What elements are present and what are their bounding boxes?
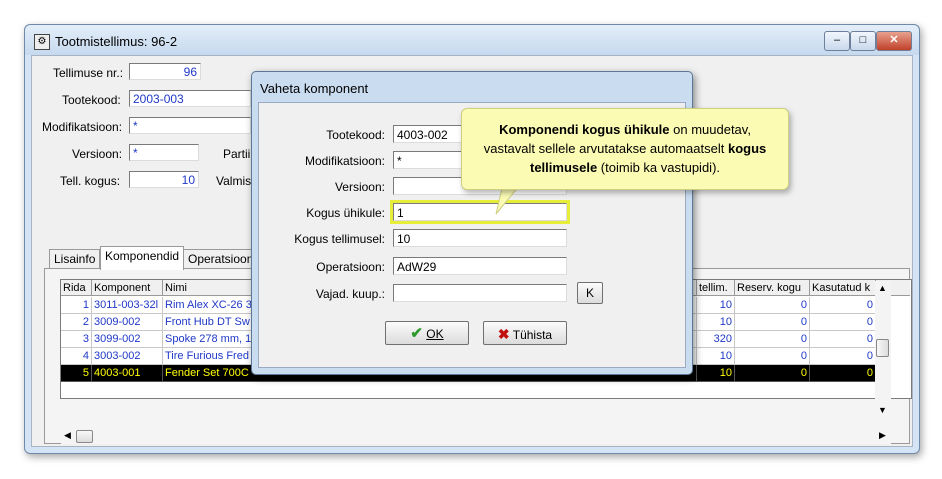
scroll-right-icon[interactable]: ▶ bbox=[879, 430, 886, 441]
cell-tellim: 10 bbox=[697, 365, 735, 382]
vertical-scroll-thumb[interactable] bbox=[876, 339, 889, 357]
title-bar[interactable]: ⚙ Tootmistellimus: 96-2 – □ ✕ bbox=[25, 25, 919, 55]
callout-bold-1: Komponendi kogus ühikule bbox=[499, 122, 670, 137]
help-callout: Komponendi kogus ühikule on muudetav, va… bbox=[461, 108, 789, 190]
cell-komponent: 4003-001 bbox=[92, 365, 163, 382]
checkmark-icon: ✔ bbox=[410, 325, 423, 342]
dlg-operation-label: Operatsioon: bbox=[316, 260, 385, 274]
dlg-required-date-label: Vajad. kuup.: bbox=[315, 287, 385, 301]
col-header-kasutatud[interactable]: Kasutatud k bbox=[810, 280, 876, 296]
dlg-qty-per-unit-label: Kogus ühikule: bbox=[306, 206, 385, 220]
cell-reserv: 0 bbox=[735, 314, 810, 331]
batch-label: Partii bbox=[223, 147, 251, 161]
cell-kasutatud: 0 bbox=[810, 297, 876, 314]
cell-tellim: 10 bbox=[697, 348, 735, 365]
cell-komponent: 3003-002 bbox=[92, 348, 163, 365]
cell-komponent: 3099-002 bbox=[92, 331, 163, 348]
cell-reserv: 0 bbox=[735, 365, 810, 382]
tab-komponendid[interactable]: Komponendid bbox=[100, 246, 185, 270]
cell-rida: 2 bbox=[61, 314, 92, 331]
scroll-left-icon[interactable]: ◀ bbox=[64, 430, 71, 441]
product-code-field[interactable]: 2003-003 bbox=[129, 90, 251, 107]
cell-tellim: 320 bbox=[697, 331, 735, 348]
col-header-rida[interactable]: Rida bbox=[61, 280, 92, 296]
tab-lisainfo[interactable]: Lisainfo bbox=[49, 249, 101, 269]
dlg-qty-order-label: Kogus tellimusel: bbox=[294, 232, 385, 246]
window-title: Tootmistellimus: 96-2 bbox=[55, 34, 178, 49]
cell-rida: 3 bbox=[61, 331, 92, 348]
horizontal-scrollbar[interactable]: ◀ ▶ bbox=[61, 430, 891, 444]
version-label: Versioon: bbox=[72, 147, 123, 161]
order-qty-label: Tell. kogus: bbox=[60, 174, 121, 188]
vertical-scrollbar[interactable]: ▲ ▼ bbox=[875, 281, 891, 417]
dlg-qty-order-field[interactable]: 10 bbox=[393, 229, 567, 247]
cell-rida: 4 bbox=[61, 348, 92, 365]
modification-field[interactable]: * bbox=[129, 117, 251, 134]
cell-kasutatud: 0 bbox=[810, 348, 876, 365]
modification-label: Modifikatsioon: bbox=[42, 120, 123, 134]
dialog-title: Vaheta komponent bbox=[260, 81, 369, 96]
cell-tellim: 10 bbox=[697, 314, 735, 331]
cell-kasutatud: 0 bbox=[810, 314, 876, 331]
cell-kasutatud: 0 bbox=[810, 331, 876, 348]
cell-reserv: 0 bbox=[735, 348, 810, 365]
tab-operatsioon[interactable]: Operatsioon bbox=[183, 249, 259, 269]
cell-reserv: 0 bbox=[735, 331, 810, 348]
version-field[interactable]: * bbox=[129, 144, 199, 161]
cancel-button-label: Tühista bbox=[512, 328, 553, 342]
cell-kasutatud: 0 bbox=[810, 365, 876, 382]
dlg-operation-field[interactable]: AdW29 bbox=[393, 257, 567, 275]
order-no-field[interactable]: 96 bbox=[129, 63, 201, 80]
cell-rida: 1 bbox=[61, 297, 92, 314]
app-icon: ⚙ bbox=[34, 34, 50, 50]
ok-button-label: OK bbox=[426, 327, 444, 341]
dlg-modification-label: Modifikatsioon: bbox=[304, 154, 385, 168]
col-header-tellim[interactable]: tellim. bbox=[697, 280, 735, 296]
col-header-komponent[interactable]: Komponent bbox=[92, 280, 163, 296]
calendar-k-button[interactable]: K bbox=[577, 282, 603, 304]
cell-tellim: 10 bbox=[697, 297, 735, 314]
horizontal-scroll-thumb[interactable] bbox=[76, 430, 93, 443]
dlg-qty-per-unit-field[interactable]: 1 bbox=[390, 200, 570, 224]
close-button[interactable]: ✕ bbox=[876, 31, 912, 51]
scroll-up-icon[interactable]: ▲ bbox=[878, 283, 887, 293]
cell-komponent: 3009-002 bbox=[92, 314, 163, 331]
scroll-down-icon[interactable]: ▼ bbox=[878, 405, 887, 415]
minimize-button[interactable]: – bbox=[824, 31, 850, 51]
dlg-product-code-label: Tootekood: bbox=[326, 128, 385, 142]
order-qty-field[interactable]: 10 bbox=[129, 171, 199, 188]
callout-text-4: (toimib ka vastupidi). bbox=[597, 160, 721, 175]
dlg-version-label: Versioon: bbox=[334, 180, 385, 194]
dlg-required-date-field[interactable] bbox=[393, 284, 567, 302]
cell-rida: 5 bbox=[61, 365, 92, 382]
ok-button[interactable]: ✔ OK bbox=[385, 321, 469, 345]
maximize-button[interactable]: □ bbox=[850, 31, 876, 51]
cancel-button[interactable]: ✖ Tühista bbox=[483, 321, 567, 345]
cell-reserv: 0 bbox=[735, 297, 810, 314]
product-code-label: Tootekood: bbox=[62, 93, 121, 107]
x-icon: ✖ bbox=[497, 326, 510, 342]
order-no-label: Tellimuse nr.: bbox=[53, 66, 124, 80]
done-label: Valmis bbox=[216, 174, 252, 188]
cell-komponent: 3011-003-32l bbox=[92, 297, 163, 314]
col-header-reserv[interactable]: Reserv. kogu bbox=[735, 280, 810, 296]
callout-text: Komponendi kogus ühikule on muudetav, va… bbox=[472, 120, 778, 177]
